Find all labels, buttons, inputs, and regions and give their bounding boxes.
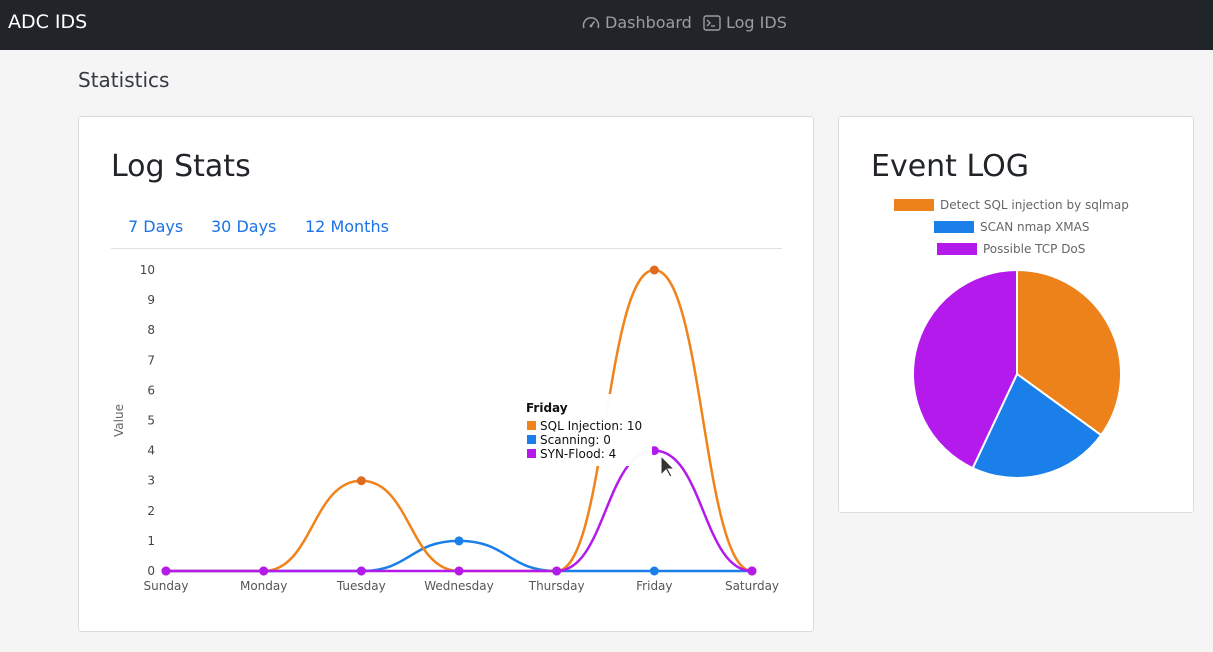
- terminal-icon: [703, 14, 721, 31]
- event-log-card: Event LOG Detect SQL injection by sqlmap…: [838, 116, 1194, 513]
- tooltip-line: Scanning: 0: [540, 433, 611, 447]
- y-tick-label: 3: [147, 474, 155, 488]
- y-tick-label: 7: [147, 353, 155, 367]
- event-log-title: Event LOG: [871, 149, 1029, 184]
- series-line-scanning: [166, 539, 752, 573]
- data-point[interactable]: [649, 566, 659, 576]
- tab-12-months[interactable]: 12 Months: [305, 217, 389, 236]
- data-point[interactable]: [649, 265, 659, 275]
- nav-dashboard[interactable]: Dashboard: [582, 13, 692, 32]
- series-line-sql-injection: [166, 268, 753, 573]
- x-tick-label: Sunday: [144, 579, 189, 593]
- line-chart[interactable]: Value 0 1 2 3 4 5 6 7 8 9 10 Sunday Monday Tuesday Wedn…: [99, 253, 799, 623]
- legend-swatch: [894, 199, 934, 211]
- x-tick-label: Friday: [636, 579, 672, 593]
- legend-label[interactable]: Possible TCP DoS: [983, 242, 1085, 256]
- log-stats-title: Log Stats: [111, 149, 251, 184]
- y-tick-label: 9: [147, 293, 155, 307]
- legend-swatch: [934, 221, 974, 233]
- data-point[interactable]: [259, 566, 269, 576]
- nav-log-ids-label: Log IDS: [726, 13, 787, 32]
- data-point[interactable]: [454, 536, 464, 546]
- x-tick-label: Wednesday: [424, 579, 493, 593]
- pie-chart[interactable]: Detect SQL injection by sqlmap SCAN nmap …: [847, 193, 1187, 493]
- y-tick-label: 5: [147, 414, 155, 428]
- y-tick-label: 10: [140, 263, 155, 277]
- data-point[interactable]: [552, 566, 562, 576]
- legend-swatch: [937, 243, 977, 255]
- tooltip-line: SYN-Flood: 4: [540, 447, 616, 461]
- x-tick-label: Thursday: [528, 579, 585, 593]
- y-tick-label: 4: [147, 444, 155, 458]
- log-stats-card: Log Stats 7 Days 30 Days 12 Months Value…: [78, 116, 814, 632]
- tooltip-title: Friday: [526, 401, 568, 415]
- tab-30-days[interactable]: 30 Days: [211, 217, 276, 236]
- x-tick-label: Saturday: [725, 579, 779, 593]
- x-tick-label: Tuesday: [336, 579, 386, 593]
- section-title: Statistics: [78, 68, 170, 92]
- speedometer-icon: [582, 15, 600, 31]
- data-point[interactable]: [747, 566, 757, 576]
- top-navbar: ADC IDS Dashboard Log IDS: [0, 0, 1213, 50]
- data-point[interactable]: [454, 566, 464, 576]
- tooltip-swatch: [527, 435, 536, 444]
- nav-log-ids[interactable]: Log IDS: [703, 13, 787, 32]
- tooltip-swatch: [527, 449, 536, 458]
- y-tick-label: 1: [147, 534, 155, 548]
- period-tabs: 7 Days 30 Days 12 Months: [111, 217, 782, 249]
- y-tick-label: 8: [147, 323, 155, 337]
- legend-label[interactable]: SCAN nmap XMAS: [980, 220, 1089, 234]
- tab-7-days[interactable]: 7 Days: [128, 217, 183, 236]
- tooltip-swatch: [527, 421, 536, 430]
- data-point[interactable]: [356, 476, 366, 486]
- nav-dashboard-label: Dashboard: [605, 13, 692, 32]
- chart-tooltip: Friday SQL Injection: 10Scanning: 0SYN-Fl…: [520, 394, 652, 466]
- y-tick-label: 6: [147, 383, 155, 397]
- y-axis-title: Value: [112, 404, 126, 437]
- data-point[interactable]: [161, 566, 171, 576]
- y-tick-label: 0: [147, 564, 155, 578]
- y-tick-label: 2: [147, 504, 155, 518]
- legend-label[interactable]: Detect SQL injection by sqlmap: [940, 198, 1129, 212]
- x-tick-label: Monday: [240, 579, 287, 593]
- tooltip-line: SQL Injection: 10: [540, 419, 642, 433]
- brand-title[interactable]: ADC IDS: [8, 11, 87, 33]
- mouse-cursor-icon: [660, 454, 676, 478]
- data-point[interactable]: [356, 566, 366, 576]
